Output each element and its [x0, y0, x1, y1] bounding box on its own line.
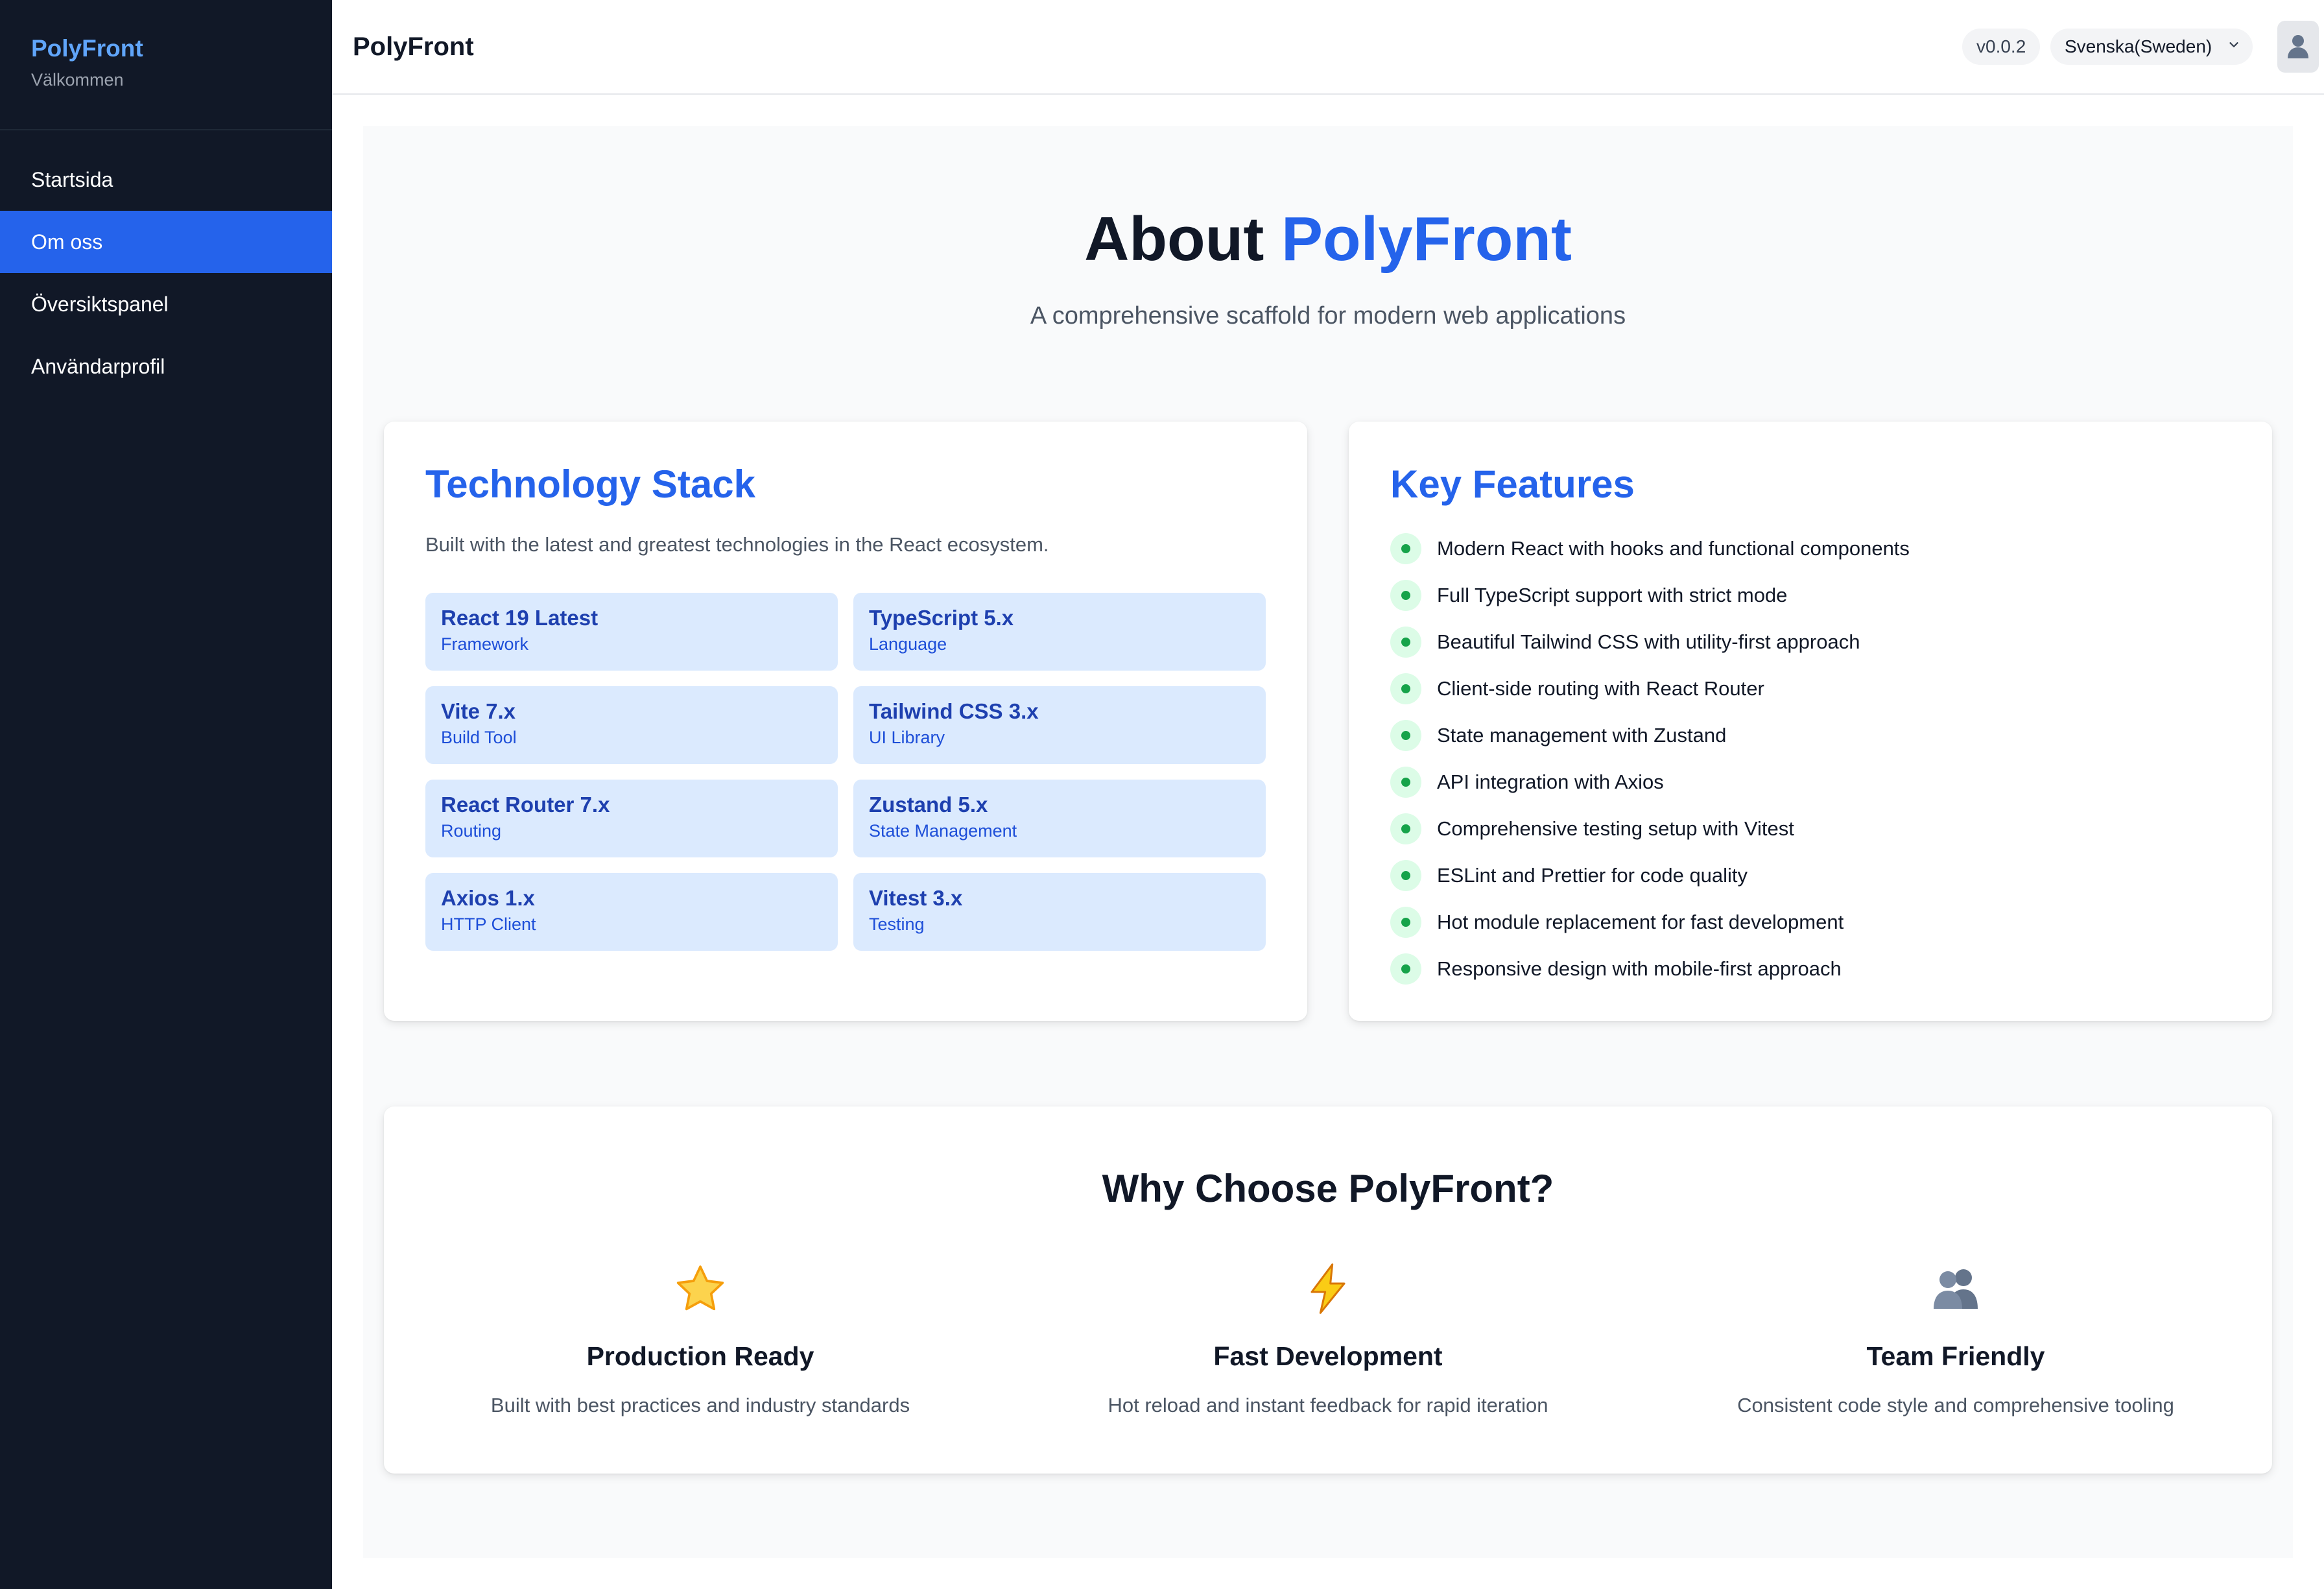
check-dot-icon [1390, 767, 1421, 798]
why-column-title: Fast Development [1213, 1341, 1443, 1371]
feature-item: Beautiful Tailwind CSS with utility-firs… [1390, 619, 1910, 665]
feature-text: Modern React with hooks and functional c… [1437, 537, 1910, 560]
tech-item[interactable]: Vite 7.x Build Tool [425, 686, 838, 764]
language-select-value: Svenska(Sweden) [2065, 36, 2212, 56]
tech-category: Testing [869, 914, 925, 934]
tech-name: React 19 Latest [441, 606, 599, 630]
tech-category: HTTP Client [441, 914, 536, 934]
tech-category: Language [869, 634, 947, 654]
tech-category: Routing [441, 821, 502, 841]
why-column-text: Hot reload and instant feedback for rapi… [1108, 1394, 1548, 1416]
tech-category: Framework [441, 634, 529, 654]
why-column-team-friendly: Team Friendly Consistent code style and … [1670, 1260, 2241, 1417]
check-dot-icon [1390, 813, 1421, 844]
tech-name: Tailwind CSS 3.x [869, 699, 1039, 723]
sidebar-item-om-oss[interactable]: Om oss [0, 211, 332, 273]
page-subtitle: A comprehensive scaffold for modern web … [1030, 302, 1626, 329]
feature-item: Full TypeScript support with strict mode [1390, 572, 1910, 619]
page-title: About PolyFront [363, 204, 2293, 275]
check-dot-icon [1390, 580, 1421, 611]
lightning-icon [1043, 1260, 1613, 1318]
sidebar-item-oversiktspanel[interactable]: Översiktspanel [0, 273, 332, 335]
feature-item: ESLint and Prettier for code quality [1390, 852, 1910, 899]
feature-item: Hot module replacement for fast developm… [1390, 899, 1910, 946]
tech-name: React Router 7.x [441, 793, 610, 817]
check-dot-icon [1390, 627, 1421, 658]
key-features-title: Key Features [1390, 462, 1635, 506]
top-header: PolyFront v0.0.2 Svenska(Sweden) [332, 0, 2324, 95]
tech-item[interactable]: Vitest 3.x Testing [853, 873, 1266, 951]
feature-item: Client-side routing with React Router [1390, 665, 1910, 712]
main-content: About PolyFront A comprehensive scaffold… [363, 126, 2293, 1558]
header-title: PolyFront [353, 32, 474, 61]
sidebar-brand: PolyFront Välkommen [0, 0, 332, 130]
why-column-production-ready: Production Ready Built with best practic… [415, 1260, 986, 1417]
check-dot-icon [1390, 860, 1421, 891]
check-dot-icon [1390, 720, 1421, 751]
check-dot-icon [1390, 907, 1421, 938]
technology-stack-description: Built with the latest and greatest techn… [425, 533, 1049, 556]
feature-item: Comprehensive testing setup with Vitest [1390, 806, 1910, 852]
sidebar-item-startsida[interactable]: Startsida [0, 149, 332, 211]
user-icon [2288, 35, 2308, 58]
chevron-down-icon [2229, 42, 2238, 47]
tech-item[interactable]: Axios 1.x HTTP Client [425, 873, 838, 951]
brand-name[interactable]: PolyFront [31, 32, 332, 65]
feature-text: Responsive design with mobile-first appr… [1437, 957, 1842, 980]
tech-item[interactable]: Tailwind CSS 3.x UI Library [853, 686, 1266, 764]
star-icon [415, 1260, 986, 1318]
feature-text: Beautiful Tailwind CSS with utility-firs… [1437, 630, 1860, 653]
page-title-accent: PolyFront [1281, 204, 1572, 274]
feature-text: Hot module replacement for fast developm… [1437, 911, 1844, 933]
feature-text: State management with Zustand [1437, 724, 1727, 747]
technology-stack-title: Technology Stack [425, 462, 756, 506]
feature-text: Full TypeScript support with strict mode [1437, 584, 1788, 606]
feature-text: API integration with Axios [1437, 771, 1664, 793]
tech-name: Axios 1.x [441, 886, 535, 910]
tech-category: UI Library [869, 728, 945, 747]
tech-name: Vitest 3.x [869, 886, 963, 910]
sidebar-nav: Startsida Om oss Översiktspanel Användar… [0, 149, 332, 398]
feature-item: Responsive design with mobile-first appr… [1390, 946, 1910, 992]
check-dot-icon [1390, 673, 1421, 704]
tech-name: TypeScript 5.x [869, 606, 1014, 630]
tech-item[interactable]: TypeScript 5.x Language [853, 593, 1266, 671]
page-title-prefix: About [1084, 204, 1264, 274]
language-select[interactable]: Svenska(Sweden) [2050, 29, 2253, 65]
why-column-text: Consistent code style and comprehensive … [1737, 1394, 2174, 1416]
check-dot-icon [1390, 533, 1421, 564]
why-column-text: Built with best practices and industry s… [490, 1394, 910, 1416]
brand-subtitle: Välkommen [31, 70, 124, 90]
why-choose-title: Why Choose PolyFront? [1102, 1167, 1554, 1210]
user-avatar-button[interactable] [2277, 21, 2319, 73]
tech-item[interactable]: React 19 Latest Framework [425, 593, 838, 671]
tech-category: State Management [869, 821, 1017, 841]
feature-text: Client-side routing with React Router [1437, 677, 1764, 700]
tech-item[interactable]: React Router 7.x Routing [425, 780, 838, 857]
sidebar: PolyFront Välkommen Startsida Om oss Öve… [0, 0, 332, 1589]
why-column-fast-development: Fast Development Hot reload and instant … [1043, 1260, 1613, 1417]
feature-item: Modern React with hooks and functional c… [1390, 525, 1910, 572]
technology-grid: React 19 Latest Framework TypeScript 5.x… [425, 593, 1266, 951]
version-badge: v0.0.2 [1962, 29, 2041, 65]
people-icon [1670, 1260, 2241, 1318]
why-choose-card: Why Choose PolyFront? Production Ready B… [384, 1106, 2272, 1474]
key-features-card: Key Features Modern React with hooks and… [1349, 422, 2272, 1021]
feature-text: Comprehensive testing setup with Vitest [1437, 817, 1794, 840]
tech-category: Build Tool [441, 728, 517, 747]
check-dot-icon [1390, 953, 1421, 985]
feature-item: API integration with Axios [1390, 759, 1910, 806]
feature-item: State management with Zustand [1390, 712, 1910, 759]
sidebar-item-anvandarprofil[interactable]: Användarprofil [0, 335, 332, 398]
tech-name: Vite 7.x [441, 699, 516, 723]
technology-stack-card: Technology Stack Built with the latest a… [384, 422, 1307, 1021]
tech-name: Zustand 5.x [869, 793, 988, 817]
tech-item[interactable]: Zustand 5.x State Management [853, 780, 1266, 857]
feature-list: Modern React with hooks and functional c… [1390, 525, 1910, 992]
why-column-title: Production Ready [586, 1341, 814, 1371]
feature-text: ESLint and Prettier for code quality [1437, 864, 1748, 887]
why-column-title: Team Friendly [1866, 1341, 2045, 1371]
